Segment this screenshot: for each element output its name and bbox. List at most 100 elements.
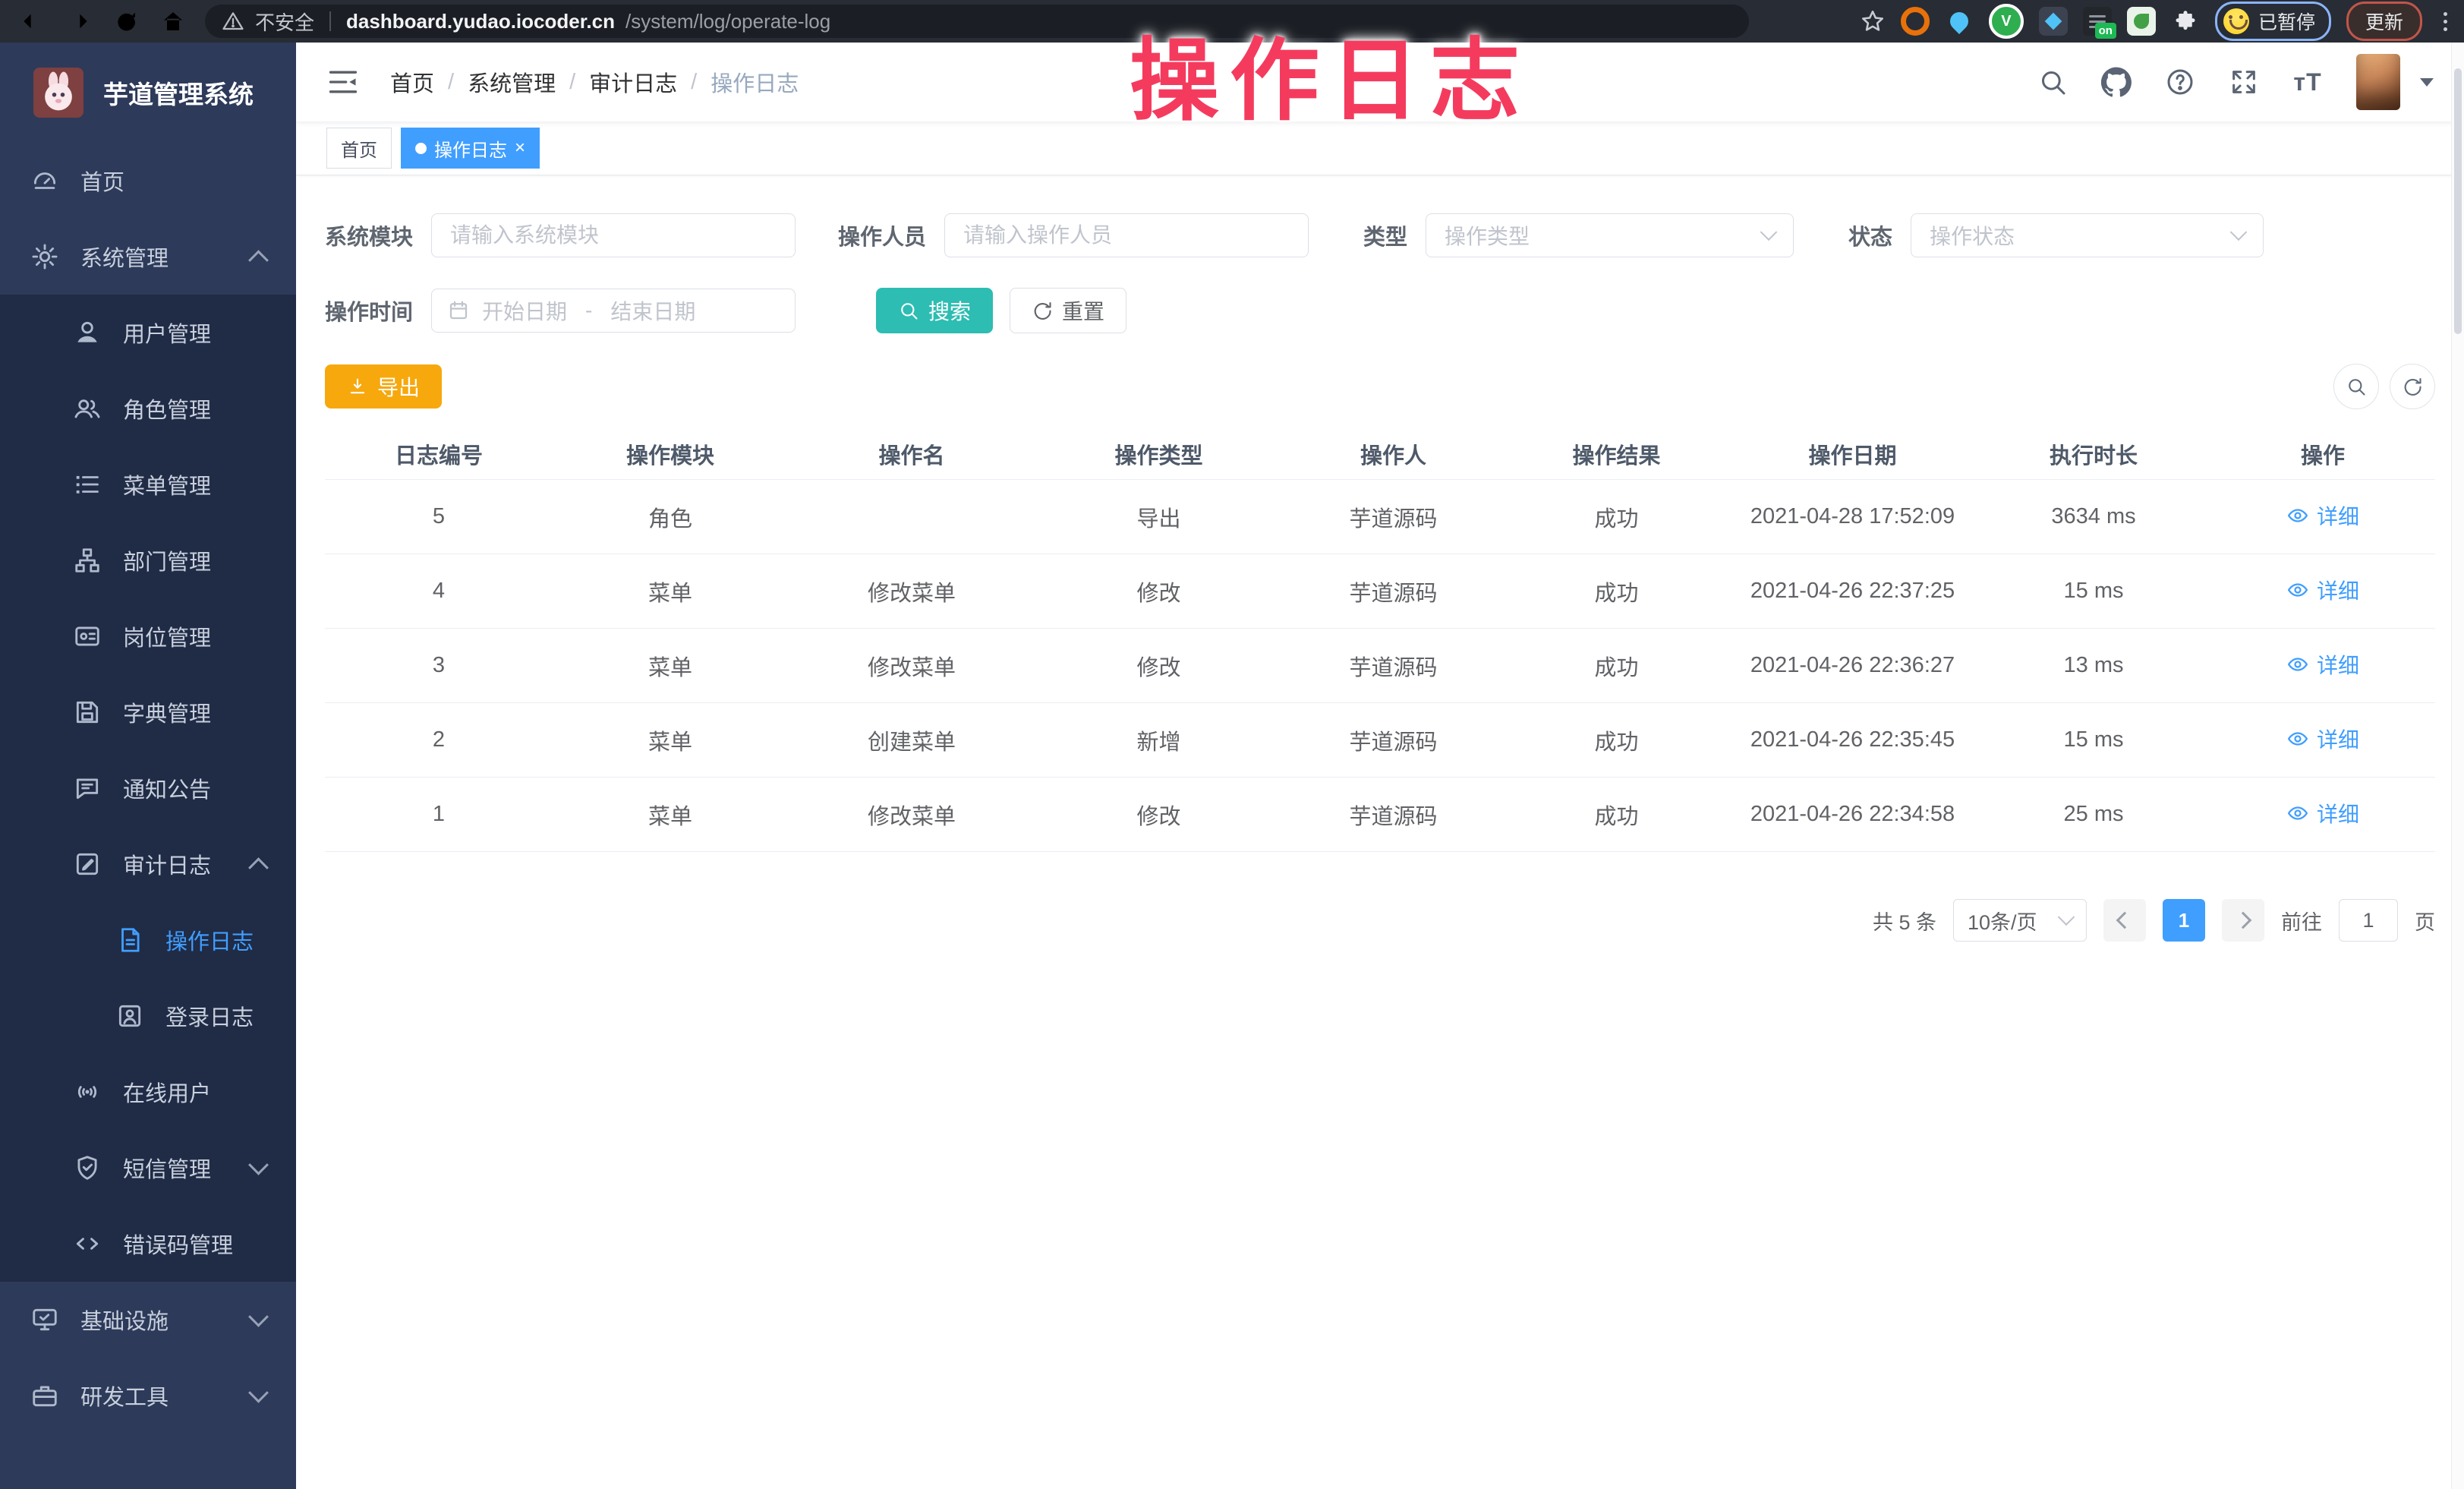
table-cell: 修改 <box>1035 799 1282 831</box>
sidebar-item-audit-log[interactable]: 审计日志 <box>0 826 296 902</box>
avatar[interactable] <box>2356 54 2400 110</box>
sidebar-item-user-management[interactable]: 用户管理 <box>0 295 296 371</box>
table-cell: 芋道源码 <box>1282 576 1505 607</box>
chevron-down-icon[interactable] <box>2420 78 2434 87</box>
sidebar-item-post-management[interactable]: 岗位管理 <box>0 598 296 674</box>
home-icon[interactable] <box>152 4 194 39</box>
v-extension-icon[interactable]: V <box>1989 4 2024 39</box>
detail-link[interactable]: 详细 <box>2286 724 2359 754</box>
module-input[interactable] <box>431 213 796 257</box>
table-cell: 导出 <box>1035 501 1282 533</box>
page-scrollbar[interactable] <box>2451 43 2464 1489</box>
leaf-extension-icon[interactable] <box>2127 7 2156 36</box>
search-button[interactable]: 搜索 <box>876 288 993 333</box>
stack-extension-icon[interactable]: on <box>2083 7 2112 36</box>
forward-icon[interactable] <box>58 4 100 39</box>
pin-extension-icon[interactable] <box>1945 7 1974 36</box>
back-icon[interactable] <box>11 4 53 39</box>
search-icon <box>898 300 919 321</box>
next-page-button[interactable] <box>2222 899 2264 942</box>
table-cell: 13 ms <box>1977 653 2210 678</box>
address-bar[interactable]: 不安全 dashboard.yudao.iocoder.cn/system/lo… <box>205 5 1749 38</box>
security-label[interactable]: 不安全 <box>255 8 314 36</box>
sidebar-menu: 首页系统管理用户管理角色管理菜单管理部门管理岗位管理字典管理通知公告审计日志操作… <box>0 143 296 1489</box>
table-cell: 芋道源码 <box>1282 724 1505 756</box>
table-cell: 成功 <box>1505 799 1728 831</box>
logo[interactable]: 芋道管理系统 <box>0 43 296 143</box>
sidebar-item-error-code-management[interactable]: 错误码管理 <box>0 1206 296 1282</box>
sidebar-item-home[interactable]: 首页 <box>0 143 296 219</box>
table-cell: 新增 <box>1035 724 1282 756</box>
breadcrumb-item[interactable]: 系统管理 <box>468 66 556 98</box>
help-icon[interactable] <box>2165 67 2195 97</box>
profile-status: 已暂停 <box>2258 8 2315 35</box>
goto-page-input[interactable] <box>2339 899 2398 942</box>
sidebar-item-menu-management[interactable]: 菜单管理 <box>0 446 296 522</box>
sidebar-item-online-user[interactable]: 在线用户 <box>0 1054 296 1130</box>
prev-page-button[interactable] <box>2103 899 2146 942</box>
tag-label: 操作日志 <box>434 135 507 162</box>
sidebar-item-dept-management[interactable]: 部门管理 <box>0 522 296 598</box>
chevron-left-icon <box>2116 912 2134 929</box>
sidebar-item-dict-management[interactable]: 字典管理 <box>0 674 296 750</box>
github-icon[interactable] <box>2101 67 2132 97</box>
type-select[interactable]: 操作类型 <box>1426 213 1794 257</box>
table-cell: 3 <box>325 653 553 678</box>
bookmark-star-icon[interactable] <box>1860 8 1886 34</box>
scrollbar-thumb[interactable] <box>2454 68 2462 334</box>
hamburger-icon[interactable] <box>326 65 360 99</box>
profile-chip[interactable]: 已暂停 <box>2215 2 2331 41</box>
table-cell: 2 <box>325 727 553 752</box>
font-size-icon[interactable]: тT <box>2292 67 2323 97</box>
table-cell: 菜单 <box>553 650 788 682</box>
search-icon[interactable] <box>2037 67 2068 97</box>
main-area: 首页/系统管理/审计日志/操作日志 тT 首页操作日志× 系统模块 <box>296 43 2464 1489</box>
infrastructure-icon <box>30 1305 59 1334</box>
detail-link[interactable]: 详细 <box>2286 575 2359 605</box>
detail-link[interactable]: 详细 <box>2286 500 2359 531</box>
sidebar-item-login-log[interactable]: 登录日志 <box>0 978 296 1054</box>
browser-update-button[interactable]: 更新 <box>2346 2 2422 41</box>
dev-tools-icon <box>30 1381 59 1410</box>
reload-icon[interactable] <box>105 4 147 39</box>
sidebar-item-sms-management[interactable]: 短信管理 <box>0 1130 296 1206</box>
online-user-icon <box>73 1077 102 1106</box>
page-number-1[interactable]: 1 <box>2163 899 2205 942</box>
eye-icon <box>2286 802 2309 825</box>
fullscreen-icon[interactable] <box>2229 67 2259 97</box>
page-size-select[interactable]: 10条/页 <box>1953 899 2087 942</box>
sidebar-item-role-management[interactable]: 角色管理 <box>0 371 296 446</box>
close-icon[interactable]: × <box>515 139 525 157</box>
filter-row-1: 系统模块 操作人员 类型 操作类型 状态 操作状态 <box>325 213 2435 257</box>
detail-link[interactable]: 详细 <box>2286 798 2359 828</box>
chevron-down-icon <box>248 1306 269 1327</box>
export-button[interactable]: 导出 <box>325 364 442 409</box>
sidebar-item-label: 审计日志 <box>123 848 211 880</box>
ring-extension-icon[interactable] <box>1901 7 1930 36</box>
sidebar-item-operate-log[interactable]: 操作日志 <box>0 902 296 978</box>
toggle-search-button[interactable] <box>2333 364 2379 409</box>
breadcrumb-item[interactable]: 首页 <box>390 66 434 98</box>
reset-button[interactable]: 重置 <box>1010 288 1126 333</box>
detail-link[interactable]: 详细 <box>2286 649 2359 680</box>
tag-active[interactable]: 操作日志 × <box>401 128 540 169</box>
dictionary-icon <box>73 698 102 727</box>
sidebar-item-notice-announcement[interactable]: 通知公告 <box>0 750 296 826</box>
date-range-picker[interactable]: 开始日期 - 结束日期 <box>431 289 796 333</box>
table-cell: 成功 <box>1505 501 1728 533</box>
operator-input[interactable] <box>944 213 1309 257</box>
sidebar-item-label: 错误码管理 <box>123 1228 233 1260</box>
status-select[interactable]: 操作状态 <box>1911 213 2264 257</box>
sidebar-item-infrastructure[interactable]: 基础设施 <box>0 1282 296 1358</box>
org-tree-icon <box>73 546 102 575</box>
tag-item[interactable]: 首页 <box>326 128 392 169</box>
refresh-icon <box>2402 376 2423 397</box>
browser-menu-icon[interactable] <box>2437 12 2453 31</box>
refresh-table-button[interactable] <box>2390 364 2435 409</box>
puzzle-extensions-icon[interactable] <box>2171 7 2200 36</box>
diamond-extension-icon[interactable] <box>2039 7 2068 36</box>
table-settings <box>2333 364 2435 409</box>
breadcrumb-item[interactable]: 审计日志 <box>589 66 677 98</box>
sidebar-item-system-management[interactable]: 系统管理 <box>0 219 296 295</box>
sidebar-item-dev-tools[interactable]: 研发工具 <box>0 1358 296 1434</box>
